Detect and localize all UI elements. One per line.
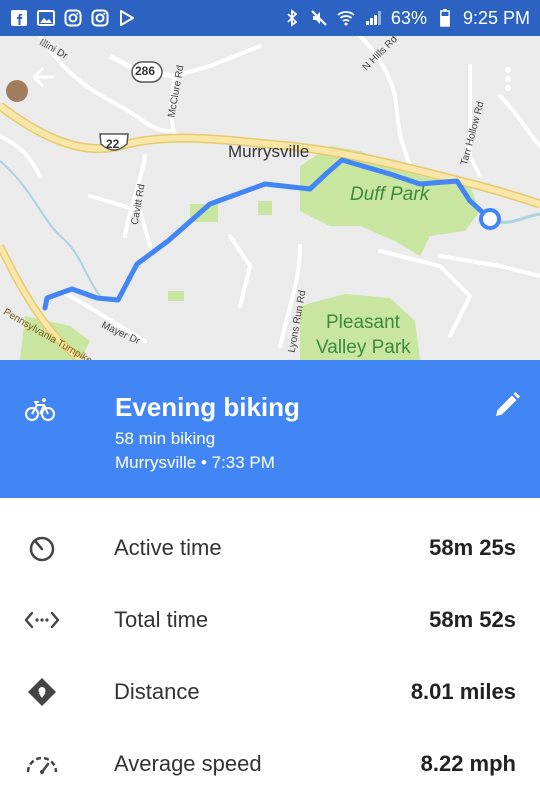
stat-row-average-speed: Average speed 8.22 mph [0, 728, 540, 800]
route-map[interactable]: 286 22 Murrysville Duff Park Pleasant Va… [0, 36, 540, 360]
map-canvas [0, 36, 540, 360]
stat-row-total-time: Total time 58m 52s [0, 584, 540, 656]
stat-value: 58m 25s [429, 535, 516, 560]
signal-icon [364, 9, 382, 27]
activity-location-time: Murrysville • 7:33 PM [115, 453, 275, 472]
pleasant-valley-label-2: Valley Park [316, 337, 411, 358]
duff-park-label: Duff Park [350, 184, 430, 205]
stat-row-active-time: Active time 58m 25s [0, 512, 540, 584]
stat-label: Total time [114, 607, 209, 632]
battery-icon [436, 9, 454, 27]
duration-icon [24, 602, 60, 638]
edit-button[interactable] [490, 388, 524, 422]
clock: 9:25 PM [462, 7, 530, 28]
stat-value: 58m 52s [429, 607, 516, 632]
back-button[interactable] [26, 60, 60, 94]
instagram-icon [91, 9, 109, 27]
activity-title: Evening biking [115, 392, 300, 422]
town-label: Murrysville [228, 142, 310, 161]
route-22-label: 22 [106, 137, 120, 151]
mute-icon [310, 9, 328, 27]
stat-label: Average speed [114, 751, 262, 776]
bike-icon [24, 392, 56, 424]
status-bar: 63% 9:25 PM [0, 0, 540, 36]
system-icons: 63% 9:25 PM [283, 8, 530, 29]
arrow-back-icon [32, 67, 55, 87]
stat-label: Active time [114, 535, 222, 560]
stat-row-distance: Distance 8.01 miles [0, 656, 540, 728]
activity-header [0, 360, 540, 498]
battery-percentage: 63% [390, 7, 427, 28]
notification-icons [10, 9, 136, 27]
facebook-icon [10, 9, 28, 27]
pleasant-valley-label-1: Pleasant [326, 312, 400, 333]
poi-marker[interactable] [6, 80, 28, 102]
speedometer-icon [24, 746, 60, 782]
play-store-icon [118, 9, 136, 27]
more-options-button[interactable] [496, 62, 520, 96]
stat-label: Distance [114, 679, 200, 704]
stat-value: 8.22 mph [420, 751, 516, 776]
stat-value: 8.01 miles [410, 679, 516, 704]
activity-duration: 58 min biking [115, 429, 216, 448]
bluetooth-icon [283, 9, 301, 27]
instagram-icon [64, 9, 82, 27]
gallery-icon [37, 9, 55, 27]
wifi-icon [337, 9, 355, 27]
more-vert-icon [505, 67, 511, 91]
route-286-label: 286 [135, 64, 156, 78]
pencil-icon [496, 392, 520, 416]
timer-icon [24, 530, 60, 566]
route-end-marker [479, 208, 501, 230]
distance-pin-icon [24, 674, 60, 710]
